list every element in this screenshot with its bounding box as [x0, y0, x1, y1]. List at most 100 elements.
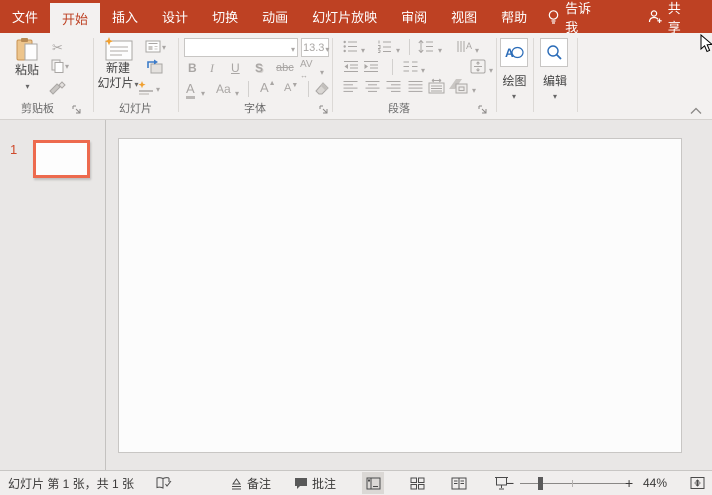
- slide-counter: 幻灯片 第 1 张，共 1 张: [8, 476, 135, 491]
- zoom-in-button[interactable]: +: [625, 471, 633, 495]
- columns-button[interactable]: [403, 60, 418, 73]
- group-label-slides: 幻灯片: [119, 103, 152, 115]
- align-left-button[interactable]: [343, 80, 358, 93]
- numbering-dropdown-arrow-icon: [395, 42, 400, 56]
- clipboard-dialog-launcher[interactable]: [72, 105, 82, 115]
- font-name-combobox[interactable]: [184, 38, 298, 57]
- copy-button[interactable]: [51, 58, 69, 73]
- align-center-button[interactable]: [365, 80, 380, 93]
- add-remove-columns-button[interactable]: [428, 78, 445, 94]
- tab-review[interactable]: 审阅: [389, 0, 439, 33]
- new-slide-button[interactable]: 新建 幻灯片: [95, 37, 141, 92]
- line-spacing-dropdown-arrow-icon: [437, 42, 442, 56]
- notes-icon: [230, 477, 243, 490]
- slide-thumbnail[interactable]: [33, 140, 90, 178]
- font-dialog-launcher[interactable]: [319, 105, 329, 115]
- font-color-button[interactable]: A: [186, 81, 195, 99]
- tab-file[interactable]: 文件: [0, 0, 50, 33]
- decrease-indent-button[interactable]: [343, 60, 359, 73]
- zoom-slider-handle[interactable]: [538, 477, 543, 490]
- columns-dropdown-arrow-icon: [420, 62, 425, 76]
- paste-dropdown-arrow-icon[interactable]: [24, 78, 29, 92]
- collapse-ribbon-button[interactable]: [690, 107, 702, 115]
- mouse-cursor: [700, 34, 712, 53]
- decrease-font-size-button[interactable]: A▼: [284, 82, 298, 94]
- text-direction-button[interactable]: A: [456, 40, 472, 53]
- reading-view-button[interactable]: [448, 472, 470, 494]
- slide-editing-area: [107, 120, 712, 470]
- font-name-dropdown-arrow-icon: [290, 41, 295, 55]
- drawing-icon: A: [504, 44, 524, 61]
- editing-dropdown-arrow-icon: [552, 88, 557, 102]
- section-dropdown-arrow-icon: [155, 81, 160, 95]
- layout-dropdown-arrow-icon: [161, 39, 166, 53]
- slide-number-label: 1: [10, 142, 18, 157]
- zoom-slider-track[interactable]: [520, 483, 627, 484]
- tab-insert[interactable]: 插入: [100, 0, 150, 33]
- tell-me-button[interactable]: 告诉我: [539, 0, 605, 36]
- share-button[interactable]: 共享: [640, 0, 696, 36]
- slide-sorter-view-button[interactable]: [406, 472, 428, 494]
- align-right-button[interactable]: [386, 80, 401, 93]
- drawing-dropdown-arrow-icon: [511, 88, 516, 102]
- zoom-level-button[interactable]: 44%: [643, 471, 667, 495]
- tab-transitions[interactable]: 切换: [200, 0, 250, 33]
- tab-view[interactable]: 视图: [439, 0, 489, 33]
- accessibility-checker-button[interactable]: [156, 471, 172, 495]
- group-label-paragraph: 段落: [388, 103, 410, 115]
- line-spacing-button[interactable]: [418, 40, 434, 53]
- change-case-button[interactable]: Aa: [216, 82, 231, 96]
- section-button[interactable]: [137, 81, 160, 96]
- zoom-out-button[interactable]: −: [506, 471, 514, 495]
- tab-home[interactable]: 开始: [50, 3, 101, 33]
- increase-font-size-button[interactable]: A▲: [260, 80, 276, 95]
- workspace: 1: [0, 120, 712, 470]
- character-spacing-button[interactable]: AV ↔: [300, 59, 313, 81]
- editing-label: 编辑: [542, 74, 567, 88]
- italic-button[interactable]: I: [210, 61, 214, 76]
- group-label-clipboard: 剪贴板: [21, 103, 54, 115]
- slide-canvas[interactable]: [118, 138, 682, 453]
- justify-button[interactable]: [408, 80, 423, 93]
- fit-slide-to-window-button[interactable]: [690, 471, 705, 495]
- layout-button[interactable]: [145, 39, 166, 53]
- tab-slideshow[interactable]: 幻灯片放映: [300, 0, 389, 33]
- normal-view-button[interactable]: [362, 472, 384, 494]
- bullets-button[interactable]: [343, 40, 358, 53]
- lightbulb-icon: [547, 9, 560, 25]
- tab-design[interactable]: 设计: [150, 0, 200, 33]
- cut-button[interactable]: ✂: [52, 40, 63, 56]
- text-shadow-button[interactable]: S: [255, 61, 263, 75]
- clear-formatting-eraser-icon[interactable]: [315, 81, 330, 95]
- notes-button[interactable]: 备注: [230, 471, 271, 495]
- font-color-dropdown-arrow-icon: [200, 85, 205, 99]
- accessibility-book-icon: [156, 476, 172, 490]
- underline-button[interactable]: U: [231, 61, 240, 75]
- share-person-icon: [648, 9, 663, 24]
- svg-text:A: A: [466, 41, 472, 51]
- group-editing: 编辑: [533, 33, 577, 119]
- new-slide-icon: [95, 37, 141, 61]
- text-direction-dropdown-arrow-icon: [474, 42, 479, 56]
- group-paragraph: A: [332, 33, 496, 119]
- increase-indent-button[interactable]: [363, 60, 379, 73]
- editing-button[interactable]: [540, 38, 568, 67]
- format-painter-button[interactable]: [48, 81, 66, 96]
- convert-to-smartart-button[interactable]: [448, 78, 468, 94]
- reset-slide-button[interactable]: [146, 59, 163, 74]
- tab-help[interactable]: 帮助: [489, 0, 539, 33]
- cut-scissors-icon: ✂: [52, 40, 63, 55]
- paragraph-dialog-launcher[interactable]: [478, 105, 488, 115]
- font-size-combobox[interactable]: 13.3: [301, 38, 329, 57]
- paste-button[interactable]: 粘贴: [8, 37, 46, 94]
- comments-button[interactable]: 批注: [294, 471, 336, 495]
- numbering-button[interactable]: [377, 40, 392, 53]
- ribbon: 粘贴 ✂ 剪贴板: [0, 33, 712, 120]
- bold-button[interactable]: B: [188, 61, 197, 75]
- tab-animations[interactable]: 动画: [250, 0, 300, 33]
- strikethrough-button[interactable]: abc: [276, 62, 294, 74]
- smartart-dropdown-arrow-icon: [471, 82, 476, 96]
- align-text-button[interactable]: [470, 59, 486, 74]
- change-case-dropdown-arrow-icon: [234, 85, 239, 99]
- drawing-button[interactable]: A: [500, 38, 528, 67]
